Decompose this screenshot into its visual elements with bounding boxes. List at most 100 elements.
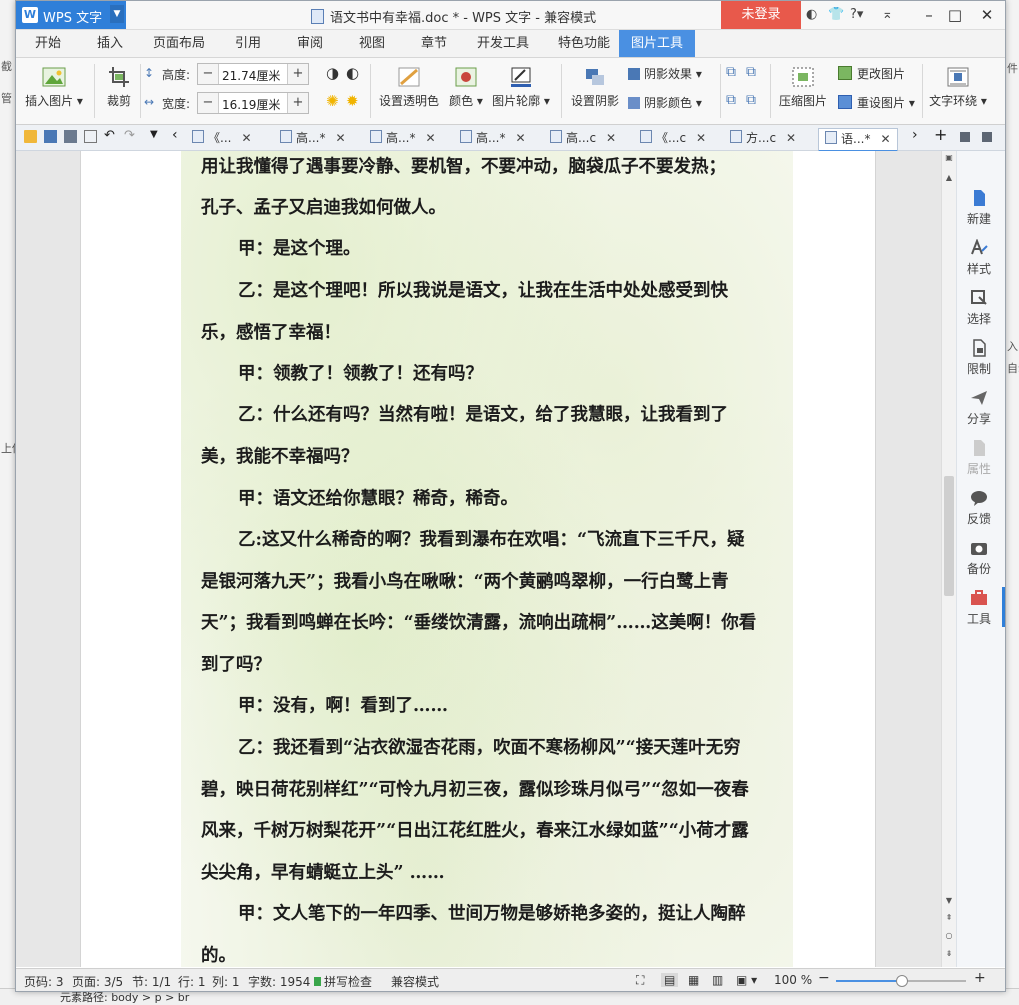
sidebar-item-new[interactable]: 新建 xyxy=(957,189,1001,227)
redo-icon[interactable]: ↷ xyxy=(124,128,137,143)
text-line[interactable]: 乙:这又什么稀奇的啊？我看到瀑布在欢唱：“飞流直下三千尺，疑是银河落九天”；我看… xyxy=(201,520,761,686)
web-view-icon[interactable]: ▣ ▾ xyxy=(736,973,757,987)
text-line[interactable]: 甲：是这个理。 xyxy=(201,229,761,271)
document-tab-active[interactable]: 语...* ✕ xyxy=(818,128,898,152)
tabs-scroll-left-icon[interactable]: ‹ xyxy=(172,127,185,143)
vertical-scrollbar[interactable]: ▣ ▲ ▼ ⇞ ○ ⇟ xyxy=(941,151,956,967)
document-page[interactable]: 用让我懂得了遇事要冷静、要机智，不要冲动，脑袋瓜子不要发热； 孔子、孟子又启迪我… xyxy=(80,151,876,967)
contrast-down-icon[interactable]: ◐ xyxy=(346,64,359,82)
open-folder-icon[interactable] xyxy=(24,130,37,143)
compress-picture-button[interactable]: 压缩图片 xyxy=(776,66,830,109)
contrast-up-icon[interactable]: ◑ xyxy=(326,64,339,82)
document-tab[interactable]: 高...* ✕ xyxy=(370,128,436,149)
login-button[interactable]: 未登录 xyxy=(721,1,801,29)
height-value[interactable]: 21.74厘米 xyxy=(222,67,280,84)
tab-start[interactable]: 开始 xyxy=(24,30,72,57)
tab-special[interactable]: 特色功能 xyxy=(548,30,620,57)
text-line[interactable]: 甲：没有，啊！看到了…… xyxy=(201,686,761,728)
nudge-left-icon[interactable]: ⧉ xyxy=(726,92,736,108)
sidebar-item-feedback[interactable]: 反馈 xyxy=(957,489,1001,527)
print-icon[interactable] xyxy=(64,130,77,143)
status-word-count[interactable]: 字数: 1954 xyxy=(248,973,310,990)
print-preview-icon[interactable] xyxy=(84,130,97,143)
sidebar-item-restrict[interactable]: 限制 xyxy=(957,339,1001,377)
page-view-icon[interactable]: ▤ xyxy=(661,973,679,987)
tab-page-layout[interactable]: 页面布局 xyxy=(148,30,210,57)
new-tab-icon[interactable]: + xyxy=(934,125,947,144)
width-increase-button[interactable]: + xyxy=(287,93,308,113)
chevron-down-icon[interactable]: ▼ xyxy=(110,5,124,23)
zoom-in-button[interactable]: + xyxy=(974,970,986,986)
height-increase-button[interactable]: + xyxy=(287,64,308,84)
nudge-up-icon[interactable]: ⧉ xyxy=(726,64,736,80)
undo-icon[interactable]: ↶ xyxy=(104,128,117,143)
tab-view[interactable]: 视图 xyxy=(348,30,396,57)
sidebar-item-backup[interactable]: 备份 xyxy=(957,539,1001,577)
document-tab[interactable]: 高...* ✕ xyxy=(460,128,526,149)
full-screen-icon[interactable]: ⛶ xyxy=(636,973,644,988)
text-line[interactable]: 乙：我还看到“沾衣欲湿杏花雨，吹面不寒杨柳风”“接天莲叶无穷碧，映日荷花别样红”… xyxy=(201,728,761,894)
zoom-level[interactable]: 100 % xyxy=(774,973,812,987)
scrollbar-thumb[interactable] xyxy=(944,476,954,596)
next-page-icon[interactable]: ⇟ xyxy=(944,949,954,958)
set-transparent-button[interactable]: 设置透明色 xyxy=(376,66,442,109)
sidebar-item-select[interactable]: 选择 xyxy=(957,289,1001,327)
document-tab[interactable]: 高...c ✕ xyxy=(550,128,616,149)
width-stepper[interactable]: − 16.19厘米 + xyxy=(197,92,309,114)
minimize-button[interactable]: – xyxy=(916,4,942,26)
app-menu-button[interactable]: W WPS 文字 ▼ xyxy=(16,1,126,29)
tab-options-icon[interactable] xyxy=(982,132,992,142)
nudge-right-icon[interactable]: ⧉ xyxy=(746,64,756,80)
sidebar-item-style[interactable]: 样式 xyxy=(957,239,1001,277)
height-decrease-button[interactable]: − xyxy=(198,64,219,84)
sidebar-item-properties[interactable]: 属性 xyxy=(957,439,1001,477)
text-line[interactable]: 用让我懂得了遇事要冷静、要机智，不要冲动，脑袋瓜子不要发热； xyxy=(201,151,761,189)
tab-reference[interactable]: 引用 xyxy=(224,30,272,57)
sidebar-item-tools[interactable]: 工具 xyxy=(957,589,1001,627)
set-shadow-button[interactable]: 设置阴影 xyxy=(568,66,622,109)
tab-insert[interactable]: 插入 xyxy=(86,30,134,57)
text-line[interactable]: 孔子、孟子又启迪我如何做人。 xyxy=(201,188,761,230)
spell-check-toggle[interactable]: 拼写检查 xyxy=(314,973,372,990)
close-button[interactable]: ✕ xyxy=(974,4,1000,26)
tab-section[interactable]: 章节 xyxy=(410,30,458,57)
nudge-down-icon[interactable]: ⧉ xyxy=(746,92,756,108)
shadow-effect-button[interactable]: 阴影效果 ▾ xyxy=(628,65,702,82)
text-line[interactable]: 乙：是这个理吧！所以我说是语文，让我在生活中处处感受到快乐，感悟了幸福！ xyxy=(201,271,761,354)
previous-page-icon[interactable]: ⇞ xyxy=(944,913,954,922)
tab-list-icon[interactable] xyxy=(960,132,970,142)
select-browse-icon[interactable]: ○ xyxy=(944,931,954,940)
reset-picture-button[interactable]: 重设图片 ▾ xyxy=(838,94,915,111)
save-icon[interactable] xyxy=(44,130,57,143)
text-line[interactable]: 乙：什么还有吗？当然有啦！是语文，给了我慧眼，让我看到了美，我能不幸福吗？ xyxy=(201,395,761,478)
document-tab[interactable]: 高...* ✕ xyxy=(280,128,346,149)
scroll-up-icon[interactable]: ▲ xyxy=(944,173,954,182)
color-button[interactable]: 颜色 ▾ xyxy=(446,66,486,109)
crop-button[interactable]: 裁剪 xyxy=(100,66,138,109)
shirt-icon[interactable]: 👕 xyxy=(828,7,844,22)
scroll-down-icon[interactable]: ▼ xyxy=(944,896,954,905)
document-tab[interactable]: 方...c ✕ xyxy=(730,128,796,149)
width-value[interactable]: 16.19厘米 xyxy=(222,96,280,113)
brightness-down-icon[interactable]: ✹ xyxy=(346,92,359,110)
height-stepper[interactable]: − 21.74厘米 + xyxy=(197,63,309,85)
skin-icon[interactable]: ◐ xyxy=(806,7,817,22)
tab-developer[interactable]: 开发工具 xyxy=(472,30,534,57)
collapse-ribbon-icon[interactable]: ⌅ xyxy=(882,7,893,22)
tab-picture-tools[interactable]: 图片工具 xyxy=(619,30,695,57)
split-view-icon[interactable]: ▣ xyxy=(944,153,954,162)
text-wrap-button[interactable]: 文字环绕 ▾ xyxy=(928,66,988,109)
picture-outline-button[interactable]: 图片轮廓 ▾ xyxy=(490,66,552,109)
text-line[interactable]: 甲：领教了！领教了！还有吗？ xyxy=(201,354,761,396)
width-decrease-button[interactable]: − xyxy=(198,93,219,113)
brightness-up-icon[interactable]: ✺ xyxy=(326,92,339,110)
sidebar-item-share[interactable]: 分享 xyxy=(957,389,1001,427)
document-tab[interactable]: 《...c ✕ xyxy=(640,128,706,149)
document-tab[interactable]: 《... ✕ xyxy=(192,128,252,149)
tab-review[interactable]: 审阅 xyxy=(286,30,334,57)
maximize-button[interactable]: □ xyxy=(942,4,968,26)
reading-view-icon[interactable]: ▥ xyxy=(712,973,723,987)
help-button[interactable]: ?▾ xyxy=(850,7,863,22)
text-line[interactable]: 甲：语文还给你慧眼？稀奇，稀奇。 xyxy=(201,479,761,521)
text-line[interactable]: 甲：文人笔下的一年四季、世间万物是够娇艳多姿的，挺让人陶醉的。 xyxy=(201,894,761,967)
